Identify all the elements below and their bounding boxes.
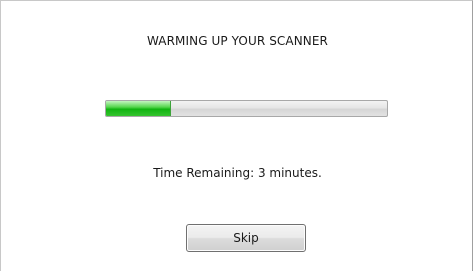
- time-remaining-text: Time Remaining: 3 minutes.: [153, 166, 322, 180]
- warmup-progress-bar: [105, 100, 388, 117]
- scanner-warmup-dialog: WARMING UP YOUR SCANNER Time Remaining: …: [0, 0, 473, 271]
- progress-bar-fill: [106, 101, 171, 116]
- dialog-title: WARMING UP YOUR SCANNER: [146, 34, 328, 48]
- skip-button[interactable]: Skip: [186, 224, 306, 252]
